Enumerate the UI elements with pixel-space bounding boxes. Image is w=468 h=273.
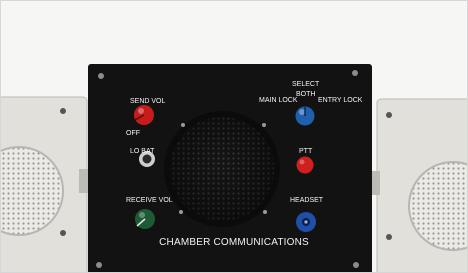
- select-label: SELECT: [292, 81, 320, 88]
- receive-vol-knob: [135, 209, 155, 229]
- main-lock-label: MAIN LOCK: [259, 97, 298, 104]
- ptt-button: [296, 156, 314, 174]
- ptt-label: PTT: [299, 148, 313, 155]
- photo-scene: [1, 1, 467, 272]
- panel-caption: CHAMBER COMMUNICATIONS: [159, 237, 309, 248]
- headset-label: HEADSET: [290, 197, 324, 204]
- select-knob: [295, 106, 315, 126]
- off-label: OFF: [126, 130, 140, 137]
- send-vol-label: SEND VOL: [130, 98, 166, 105]
- panel-speaker-grille: [164, 111, 280, 227]
- headset-jack: [296, 212, 316, 232]
- send-vol-knob: [134, 105, 154, 125]
- lo-bat-label: LO BAT: [130, 148, 155, 155]
- receive-vol-label: RECEIVE VOL: [126, 197, 173, 204]
- both-label: BOTH: [296, 91, 316, 98]
- entry-lock-label: ENTRY LOCK: [318, 97, 363, 104]
- photo-frame: SEND VOL OFF LO BAT RECEIVE VOL SELECT B…: [0, 0, 468, 273]
